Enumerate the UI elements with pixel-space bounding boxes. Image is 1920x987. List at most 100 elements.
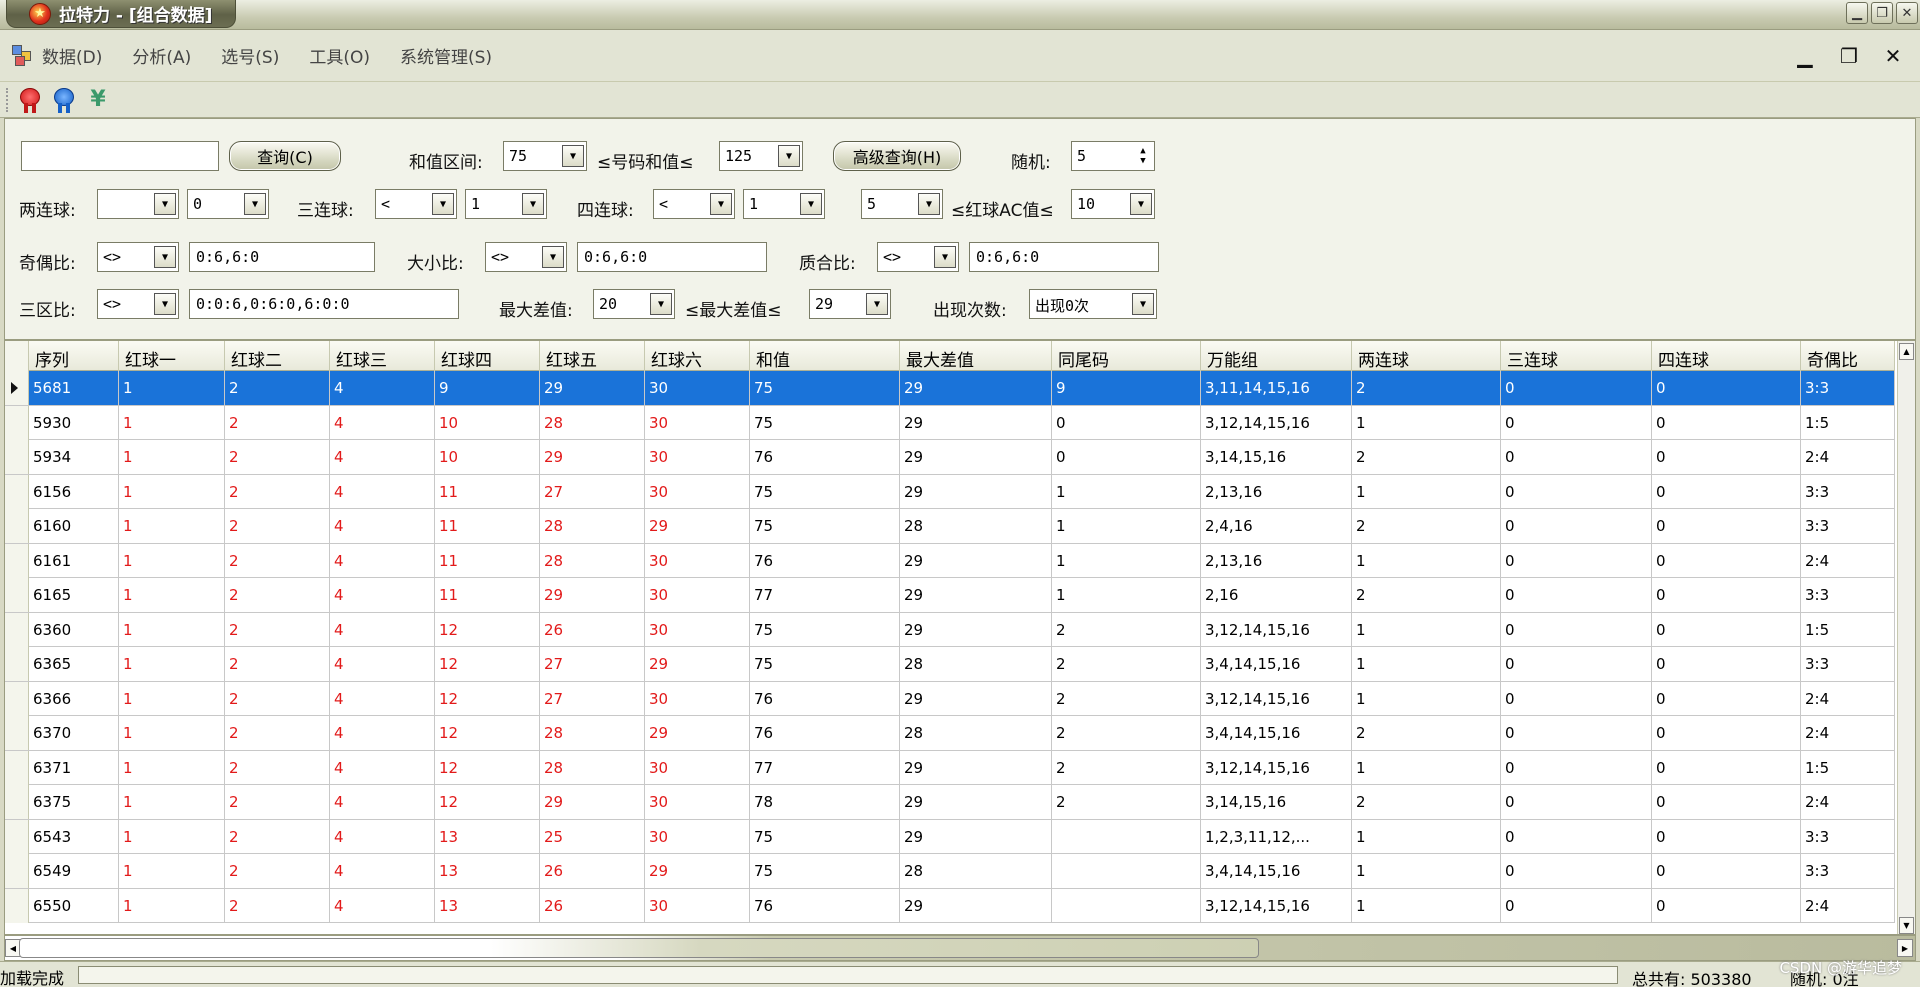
table-cell[interactable]: 4 <box>330 716 435 750</box>
table-cell[interactable] <box>1052 854 1201 888</box>
table-cell[interactable]: 28 <box>540 750 645 785</box>
table-cell[interactable]: 6360 <box>29 612 119 647</box>
table-cell[interactable]: 2 <box>225 716 330 750</box>
row-header[interactable] <box>5 578 29 612</box>
table-cell[interactable]: 2 <box>1352 371 1501 405</box>
table-cell[interactable]: 2,16 <box>1201 578 1352 612</box>
zone-ratio-input[interactable]: 0:0:6,0:6:0,6:0:0 <box>189 289 459 319</box>
table-cell[interactable]: 29 <box>645 509 750 543</box>
table-cell[interactable]: 12 <box>435 647 540 681</box>
column-header[interactable]: 红球五 <box>540 341 645 371</box>
table-cell[interactable]: 6366 <box>29 681 119 716</box>
table-cell[interactable]: 0 <box>1652 543 1801 578</box>
occurrence-select[interactable]: 出现0次 ▼ <box>1029 289 1157 319</box>
row-header[interactable] <box>5 854 29 888</box>
table-cell[interactable]: 77 <box>750 578 900 612</box>
table-cell[interactable]: 1 <box>119 647 225 681</box>
table-cell[interactable]: 4 <box>330 371 435 405</box>
table-cell[interactable]: 13 <box>435 854 540 888</box>
menu-tools[interactable]: 工具(O) <box>309 39 370 72</box>
column-header[interactable]: 同尾码 <box>1052 341 1201 371</box>
table-cell[interactable]: 75 <box>750 647 900 681</box>
table-cell[interactable]: 0 <box>1652 750 1801 785</box>
table-cell[interactable]: 0 <box>1501 819 1652 854</box>
prime-composite-op-select[interactable]: <> ▼ <box>877 242 959 272</box>
table-cell[interactable]: 1 <box>1352 474 1501 509</box>
table-cell[interactable]: 6161 <box>29 543 119 578</box>
table-cell[interactable]: 29 <box>900 612 1052 647</box>
table-cell[interactable]: 76 <box>750 681 900 716</box>
table-cell[interactable]: 2:4 <box>1801 716 1895 750</box>
table-cell[interactable]: 1 <box>1352 647 1501 681</box>
table-cell[interactable]: 75 <box>750 474 900 509</box>
table-cell[interactable]: 28 <box>540 716 645 750</box>
table-cell[interactable]: 0 <box>1052 440 1201 474</box>
table-cell[interactable]: 29 <box>645 716 750 750</box>
row-header[interactable] <box>5 405 29 440</box>
table-cell[interactable]: 0 <box>1501 716 1652 750</box>
toolbar-grip[interactable] <box>6 87 9 112</box>
table-cell[interactable]: 4 <box>330 647 435 681</box>
row-header[interactable] <box>5 888 29 923</box>
table-cell[interactable]: 4 <box>330 440 435 474</box>
table-cell[interactable]: 2:4 <box>1801 785 1895 819</box>
odd-even-op-select[interactable]: <> ▼ <box>97 242 179 272</box>
scroll-down-icon[interactable]: ▼ <box>1899 917 1914 934</box>
table-cell[interactable]: 0 <box>1652 440 1801 474</box>
table-row[interactable]: 6156 1 2 4 11 27 30 75 29 1 2,13,16 1 0 0 3:3 <box>5 474 1895 509</box>
table-cell[interactable]: 30 <box>645 440 750 474</box>
table-cell[interactable]: 0 <box>1501 612 1652 647</box>
table-cell[interactable]: 4 <box>330 543 435 578</box>
column-header[interactable]: 四连球 <box>1652 341 1801 371</box>
blue-medal-icon[interactable] <box>51 86 77 114</box>
table-cell[interactable]: 2 <box>1052 785 1201 819</box>
table-cell[interactable]: 29 <box>540 440 645 474</box>
row-header[interactable] <box>5 474 29 509</box>
table-cell[interactable]: 0 <box>1652 716 1801 750</box>
table-cell[interactable]: 3,12,14,15,16 <box>1201 681 1352 716</box>
table-cell[interactable]: 3,12,14,15,16 <box>1201 612 1352 647</box>
table-cell[interactable]: 1 <box>1352 888 1501 923</box>
row-header[interactable] <box>5 612 29 647</box>
grid-corner[interactable] <box>5 341 29 371</box>
table-cell[interactable]: 30 <box>645 543 750 578</box>
column-header[interactable]: 三连球 <box>1501 341 1652 371</box>
table-cell[interactable]: 0 <box>1501 543 1652 578</box>
row-header[interactable] <box>5 371 29 405</box>
table-cell[interactable]: 29 <box>900 371 1052 405</box>
three-consec-op-select[interactable]: < ▼ <box>375 189 457 219</box>
table-cell[interactable]: 6371 <box>29 750 119 785</box>
table-cell[interactable]: 2 <box>225 612 330 647</box>
table-cell[interactable]: 29 <box>900 681 1052 716</box>
table-cell[interactable]: 2,13,16 <box>1201 474 1352 509</box>
max-diff-max-select[interactable]: 29 ▼ <box>809 289 891 319</box>
table-cell[interactable]: 77 <box>750 750 900 785</box>
table-cell[interactable]: 11 <box>435 578 540 612</box>
table-cell[interactable]: 25 <box>540 819 645 854</box>
table-cell[interactable]: 3,14,15,16 <box>1201 440 1352 474</box>
menu-select-numbers[interactable]: 选号(S) <box>221 39 279 72</box>
table-cell[interactable]: 1:5 <box>1801 750 1895 785</box>
table-cell[interactable]: 2 <box>1352 578 1501 612</box>
menu-data[interactable]: 数据(D) <box>42 39 102 72</box>
table-cell[interactable]: 30 <box>645 888 750 923</box>
table-cell[interactable]: 4 <box>330 819 435 854</box>
table-cell[interactable]: 2 <box>225 543 330 578</box>
table-cell[interactable]: 4 <box>330 578 435 612</box>
table-cell[interactable]: 29 <box>900 819 1052 854</box>
table-cell[interactable]: 28 <box>540 405 645 440</box>
table-cell[interactable]: 4 <box>330 405 435 440</box>
table-cell[interactable]: 75 <box>750 854 900 888</box>
table-cell[interactable]: 0 <box>1501 854 1652 888</box>
two-consec-op-select[interactable]: ▼ <box>97 189 179 219</box>
table-row[interactable]: 6371 1 2 4 12 28 30 77 29 2 3,12,14,15,16 1 0 0 1:5 <box>5 750 1895 785</box>
table-cell[interactable]: 2 <box>1352 785 1501 819</box>
table-cell[interactable]: 1 <box>119 888 225 923</box>
table-cell[interactable]: 27 <box>540 647 645 681</box>
table-cell[interactable]: 76 <box>750 716 900 750</box>
sum-min-select[interactable]: 75 ▼ <box>503 141 587 171</box>
table-cell[interactable]: 2 <box>1352 509 1501 543</box>
big-small-input[interactable]: 0:6,6:0 <box>577 242 767 272</box>
table-cell[interactable]: 6549 <box>29 854 119 888</box>
table-cell[interactable]: 30 <box>645 474 750 509</box>
